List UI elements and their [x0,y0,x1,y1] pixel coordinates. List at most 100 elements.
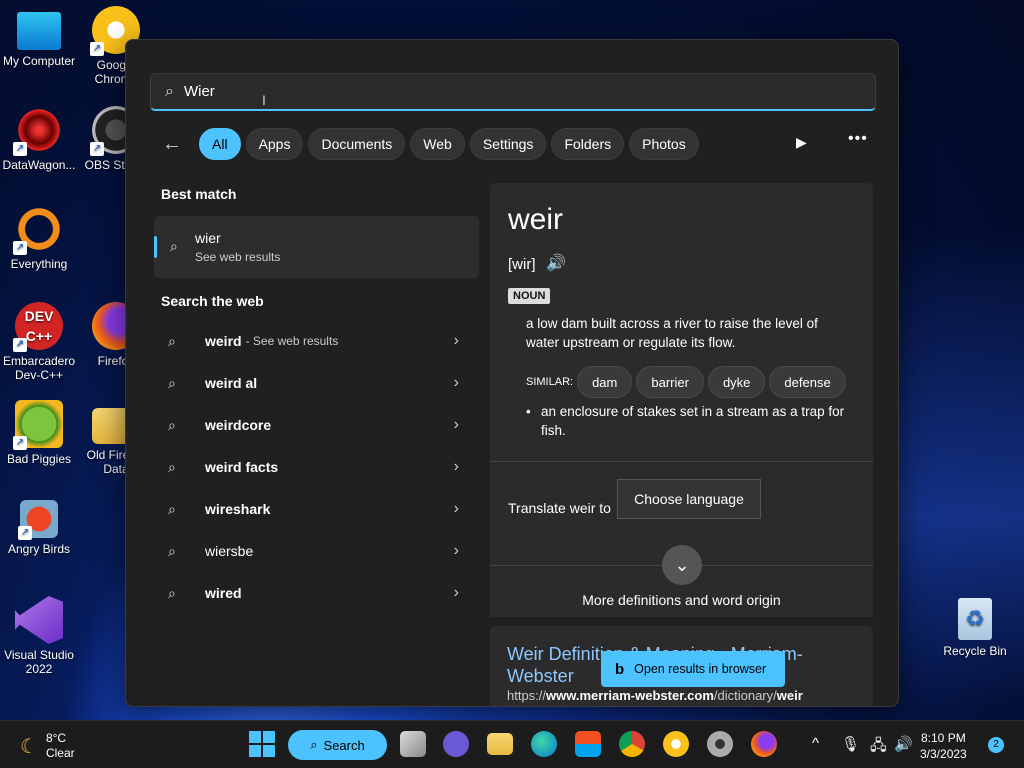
devcpp-icon: DEV C++ ↗ [13,302,63,352]
web-suggestion-item[interactable]: ⌕ wireshark › [154,488,479,530]
start-windows-icon[interactable] [249,731,275,757]
chat-icon[interactable] [443,731,469,757]
similar-label: SIMILAR: [526,376,574,388]
best-match-item[interactable]: ⌕ wier See web results [154,216,479,278]
task-view-icon[interactable] [400,731,426,757]
taskbar: ☾ 8°C Clear ⌕ Search ^ 🎙 🖧 🔊 8:10 PM 3/3… [0,720,1024,768]
file-explorer-icon[interactable] [487,733,513,755]
url-domain: www.merriam-webster.com [546,688,714,703]
chevron-up-icon[interactable]: ^ [812,735,819,752]
open-results-label: Open results in browser [634,662,767,676]
similar-word-pill[interactable]: dam [577,366,633,398]
desktop-icon-label: My Computer [2,54,76,68]
clock-time: 8:10 PM [921,731,966,745]
microphone-icon[interactable]: 🎙 [841,735,860,753]
chevron-down-icon[interactable]: ⌄ [662,545,702,585]
desktop-icon-angry-birds[interactable]: ↗ Angry Birds [0,500,81,556]
clock[interactable]: 8:10 PM 3/3/2023 [920,730,967,762]
visual-studio-icon: ↗ [15,596,63,644]
chevron-right-icon: › [453,374,459,391]
translate-label: Translate weir to [508,500,611,516]
search-icon: ⌕ [168,374,176,391]
edge-icon[interactable] [531,731,557,757]
filter-chip-apps[interactable]: Apps [245,128,304,160]
search-icon: ⌕ [168,416,176,433]
notification-badge[interactable]: 2 [988,737,1004,753]
search-icon: ⌕ [165,82,174,100]
suggestion-label: weird al [205,375,258,391]
definition-word: weir [508,203,564,236]
monitor-icon [17,12,61,50]
recycle-bin-icon: ♻ [958,598,992,640]
suggestion-label: weirdcore [205,417,272,433]
definition-2: • an enclosure of stakes set in a stream… [526,402,856,440]
search-icon: ⌕ [168,542,176,559]
desktop-icon-datawagon[interactable]: ↗ DataWagon... [0,106,81,172]
chrome-icon[interactable] [619,731,645,757]
back-arrow-icon[interactable]: ← [162,133,190,156]
volume-icon[interactable]: 🔊 [894,735,913,753]
url-word: weir [776,688,803,703]
best-match-title: wier [195,230,221,246]
desktop-icon-devcpp[interactable]: DEV C++ ↗ Embarcadero Dev-C++ [0,302,81,382]
filter-chip-photos[interactable]: Photos [629,128,699,160]
filter-chip-all[interactable]: All [199,128,241,160]
web-suggestion-item[interactable]: ⌕ weird facts › [154,446,479,488]
search-icon: ⌕ [168,500,176,517]
best-match-heading: Best match [161,186,237,202]
divider [490,461,873,462]
chevron-right-icon: › [453,584,459,601]
web-suggestion-item[interactable]: ⌕ wired › [154,572,479,614]
magnifier-orange-icon: ↗ [13,205,63,255]
desktop-icon-label: Bad Piggies [6,452,72,466]
web-suggestion-item[interactable]: ⌕ wiersbe › [154,530,479,572]
angry-bird-icon: ↗ [18,500,58,540]
speaker-icon[interactable]: 🔊 [546,253,566,273]
store-icon[interactable] [575,731,601,757]
filter-chip-folders[interactable]: Folders [551,128,625,160]
definition-card: weir [wir] 🔊 NOUN a low dam built across… [490,183,873,617]
web-suggestion-item[interactable]: ⌕ weird - See web results › [154,320,479,362]
search-box[interactable]: ⌕ [150,73,876,111]
desktop-icon-bad-piggies[interactable]: ↗ Bad Piggies [0,400,81,466]
desktop-icon-visual-studio[interactable]: ↗ Visual Studio 2022 [0,596,81,676]
open-results-in-browser-button[interactable]: b Open results in browser [601,651,785,687]
search-icon: ⌕ [168,332,176,349]
filter-chip-documents[interactable]: Documents [308,128,406,160]
weather-temp: 8°C [45,731,67,745]
filter-chip-settings[interactable]: Settings [469,128,547,160]
chevron-right-icon: › [453,332,459,349]
chevron-right-icon: › [453,416,459,433]
more-options-icon[interactable]: ••• [848,130,868,148]
url-path: /dictionary/ [713,688,777,703]
web-suggestion-item[interactable]: ⌕ weird al › [154,362,479,404]
desktop-icon-my-computer[interactable]: My Computer [0,8,81,68]
more-definitions-link[interactable]: More definitions and word origin [490,592,873,608]
network-icon[interactable]: 🖧 [870,735,887,760]
definition-2-text: an enclosure of stakes set in a stream a… [541,404,845,438]
chrome-canary-icon[interactable] [663,731,689,757]
chevron-right-icon: › [453,542,459,559]
search-panel: ⌕ I ← All Apps Documents Web Settings Fo… [125,39,899,707]
text-cursor-icon: I [262,92,266,108]
choose-language-button[interactable]: Choose language [617,479,761,519]
desktop-icon-label: Visual Studio 2022 [4,648,74,676]
suggestion-label: wireshark [205,501,271,517]
taskbar-search-button[interactable]: ⌕ Search [288,730,387,760]
desktop-icon-recycle-bin[interactable]: ♻ Recycle Bin [933,596,1017,658]
desktop-icon-everything[interactable]: ↗ Everything [0,205,81,271]
play-icon[interactable]: ▶ [796,134,807,151]
datawagon-icon: ↗ [13,106,63,156]
search-input[interactable] [183,83,584,100]
filter-chip-web[interactable]: Web [410,128,465,160]
similar-word-pill[interactable]: dyke [707,366,766,398]
weather-widget[interactable]: ☾ 8°C Clear [20,731,75,761]
similar-word-pill[interactable]: barrier [636,366,704,398]
firefox-icon[interactable] [751,731,777,757]
similar-word-pill[interactable]: defense [769,366,846,398]
taskbar-search-label: Search [323,737,365,753]
web-suggestion-item[interactable]: ⌕ weirdcore › [154,404,479,446]
desktop-icon-label: Recycle Bin [943,644,1007,658]
desktop-icon-label: DataWagon... [2,158,76,172]
settings-gear-icon[interactable] [707,731,733,757]
